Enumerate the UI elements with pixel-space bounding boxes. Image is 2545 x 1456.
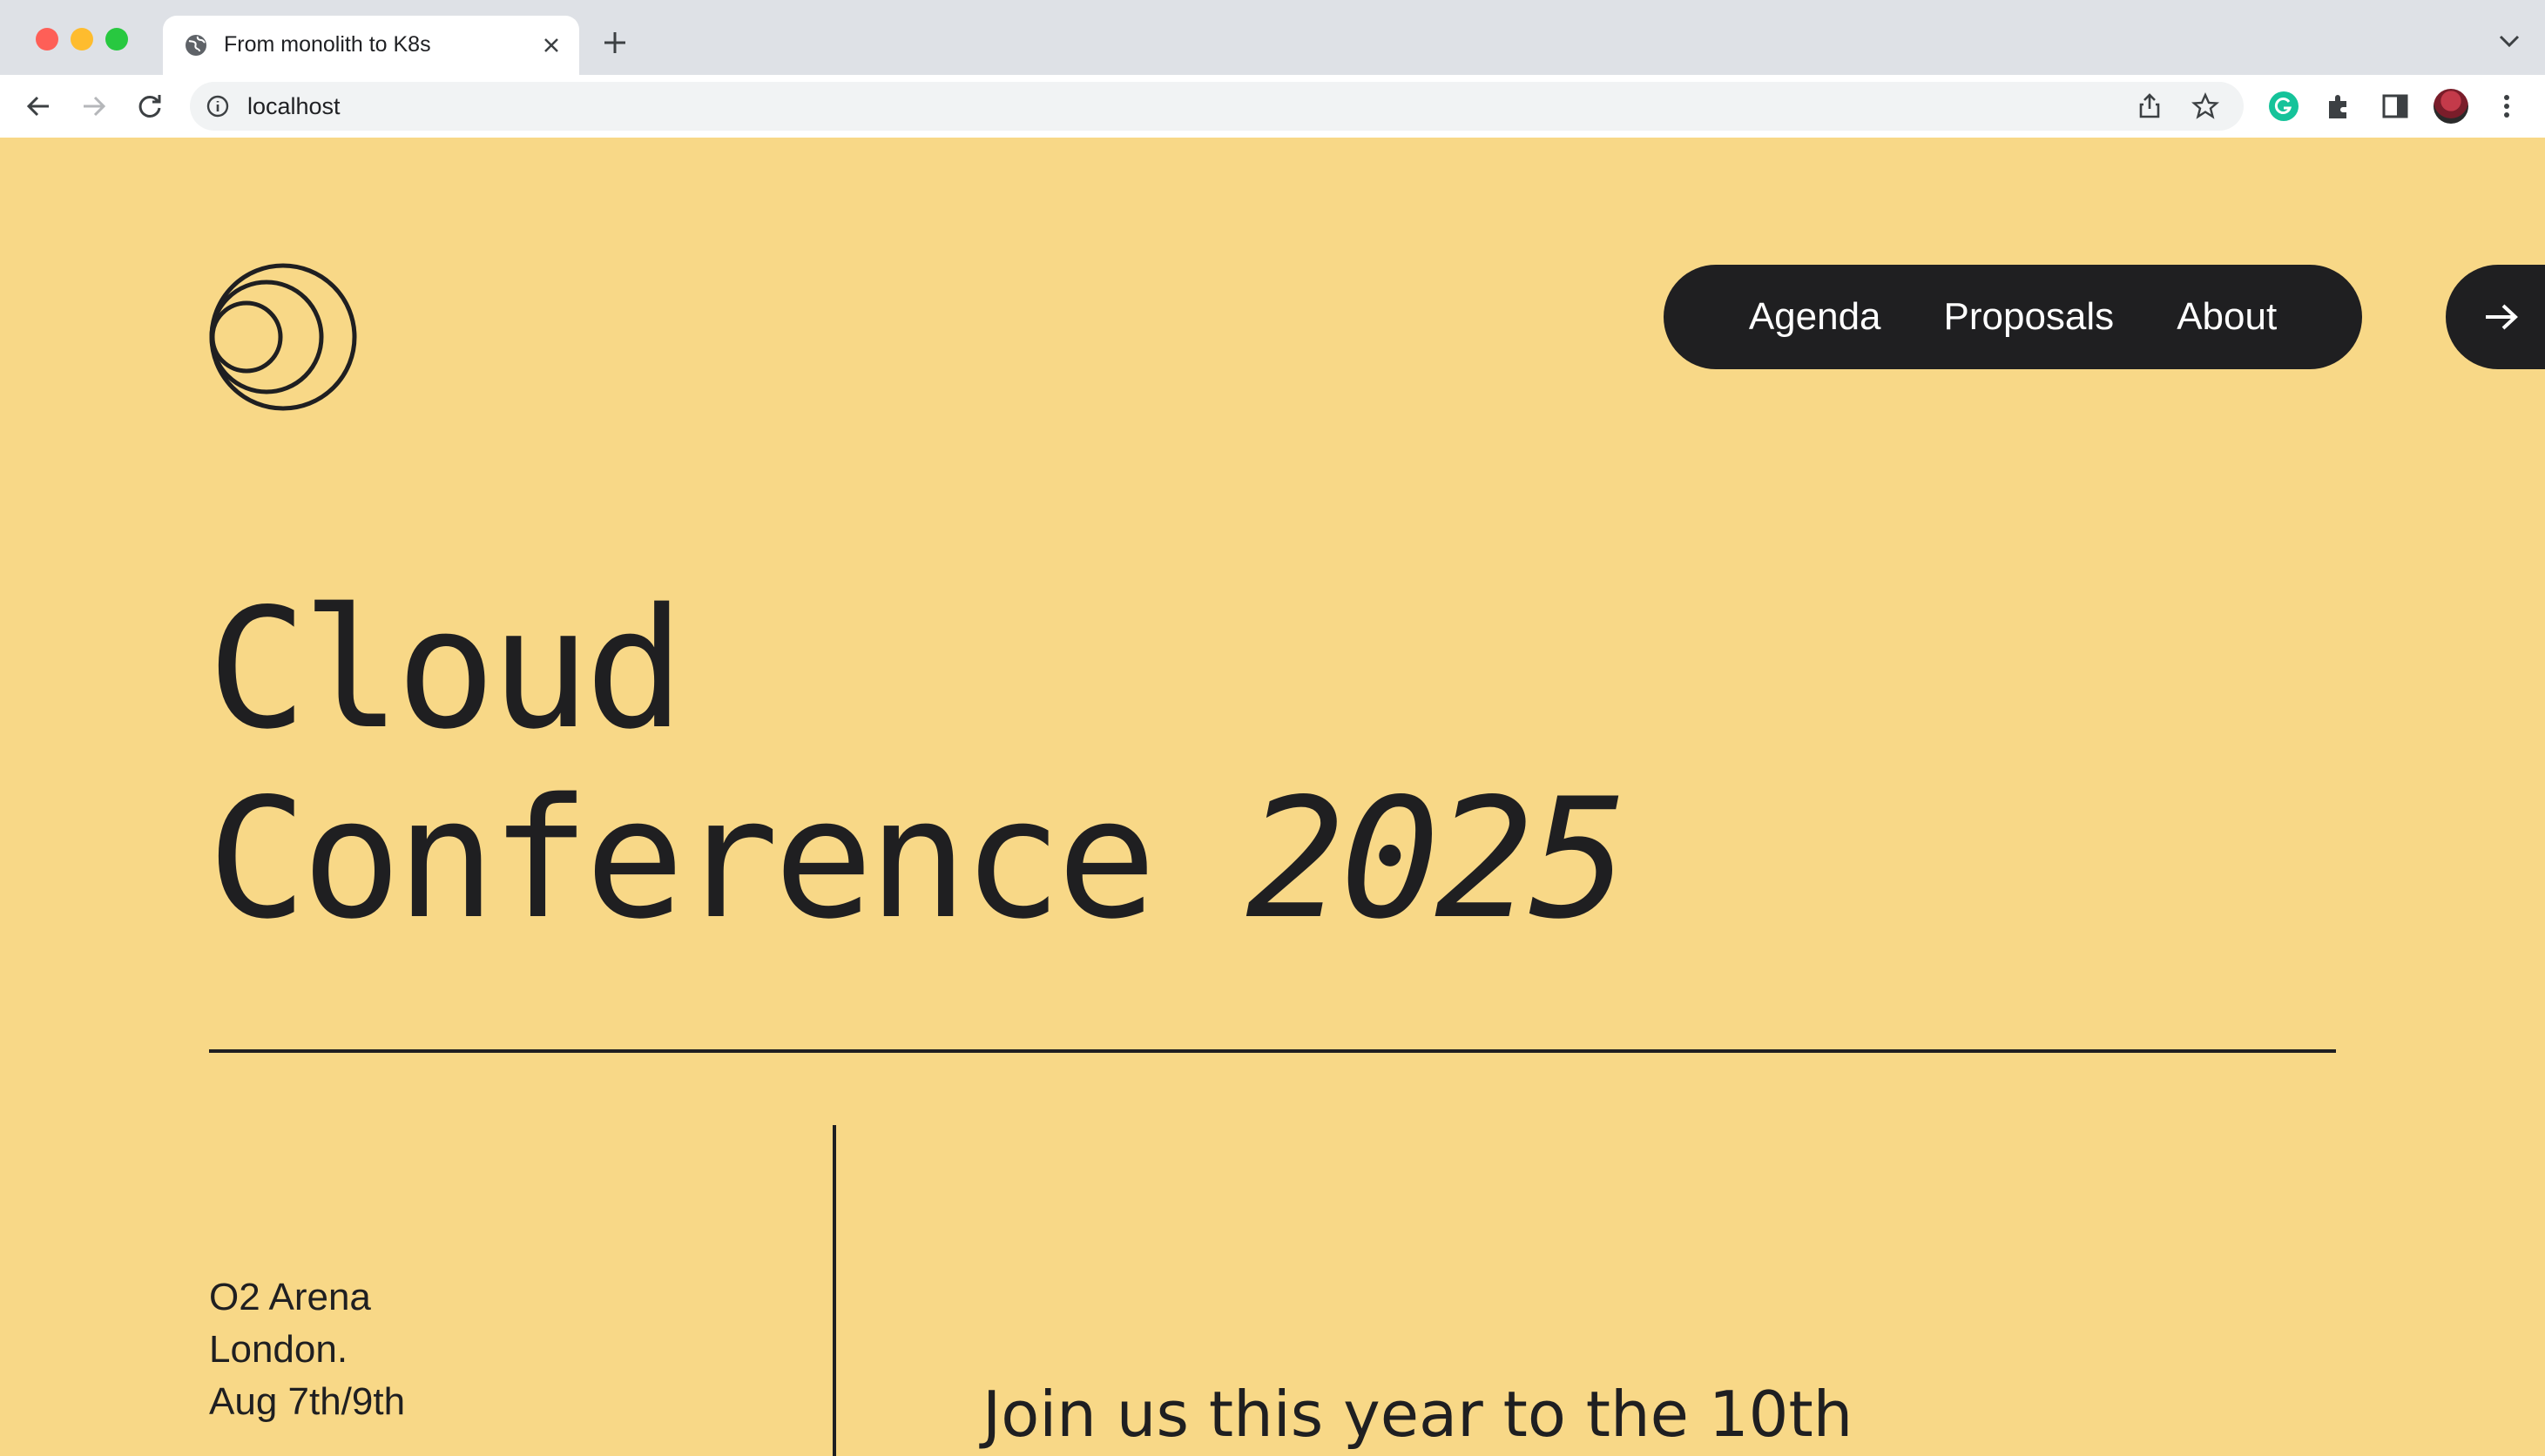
page-content: Agenda Proposals About Cloud Conference … — [0, 138, 2545, 1456]
more-vertical-icon[interactable] — [2491, 91, 2522, 122]
back-arrow-icon[interactable] — [23, 91, 54, 122]
bookmark-star-icon[interactable] — [2191, 92, 2219, 120]
address-bar[interactable]: localhost — [190, 82, 2244, 131]
title-year: 2025 — [1245, 763, 1629, 955]
profile-avatar[interactable] — [2434, 89, 2468, 124]
side-panel-icon[interactable] — [2380, 91, 2411, 122]
browser-toolbar: localhost — [0, 75, 2545, 138]
vertical-divider — [833, 1125, 836, 1456]
venue-info: O2 Arena London. Aug 7th/9th — [209, 1271, 405, 1428]
extensions-puzzle-icon[interactable] — [2324, 91, 2355, 122]
nav-link-proposals[interactable]: Proposals — [1944, 295, 2115, 339]
arrow-right-icon — [2486, 304, 2518, 330]
grammarly-extension-icon[interactable] — [2268, 91, 2299, 122]
nav-link-agenda[interactable]: Agenda — [1749, 295, 1881, 339]
close-tab-icon[interactable] — [539, 33, 564, 57]
maximize-window-button[interactable] — [105, 28, 128, 51]
globe-icon — [186, 35, 206, 56]
nav-link-about[interactable]: About — [2177, 295, 2277, 339]
close-window-button[interactable] — [36, 28, 58, 51]
venue-city: London. — [209, 1328, 348, 1371]
page-title: Cloud Conference 2025 — [207, 573, 1629, 955]
info-icon[interactable] — [206, 94, 230, 118]
url-text: localhost — [247, 93, 341, 119]
title-line-2: Conference — [207, 763, 1157, 955]
browser-tabstrip: From monolith to K8s — [0, 0, 2545, 75]
chevron-down-icon[interactable] — [2498, 33, 2521, 49]
reload-icon[interactable] — [134, 91, 165, 122]
main-nav: Agenda Proposals About — [1664, 265, 2362, 369]
tab-title: From monolith to K8s — [224, 32, 431, 57]
minimize-window-button[interactable] — [71, 28, 93, 51]
forward-arrow-icon[interactable] — [78, 91, 110, 122]
conference-logo[interactable] — [209, 263, 357, 411]
horizontal-divider — [209, 1049, 2336, 1053]
title-line-1: Cloud — [207, 573, 685, 765]
new-tab-icon[interactable] — [601, 29, 629, 57]
browser-tab[interactable]: From monolith to K8s — [163, 16, 579, 75]
venue-name: O2 Arena — [209, 1276, 371, 1318]
share-icon[interactable] — [2136, 92, 2164, 120]
venue-dates: Aug 7th/9th — [209, 1380, 406, 1423]
intro-text: Join us this year to the 10th — [982, 1378, 1853, 1451]
next-arrow-button[interactable] — [2446, 265, 2545, 369]
